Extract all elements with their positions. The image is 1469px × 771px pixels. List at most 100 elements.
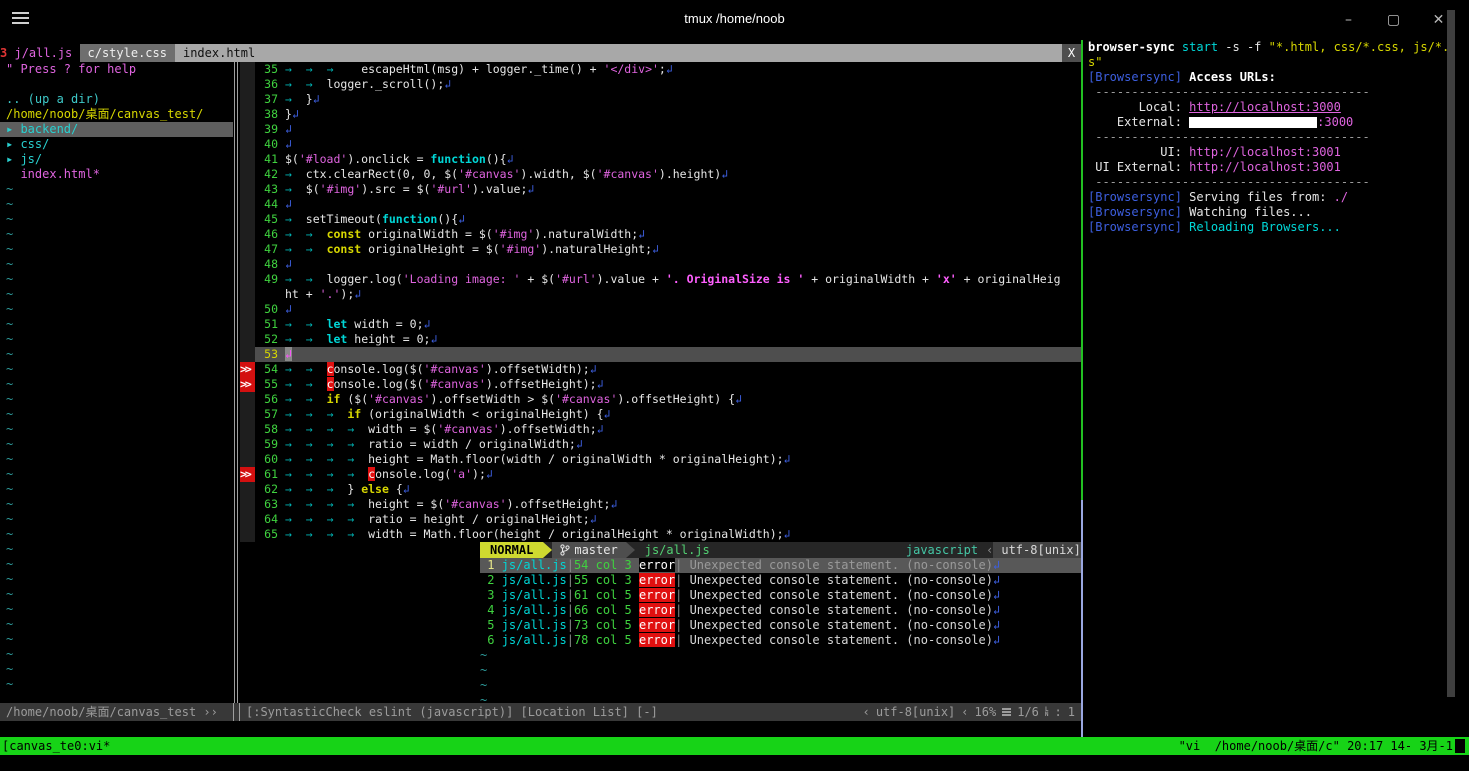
nerdtree-item[interactable]: .. (up a dir) (0, 92, 233, 107)
code-line-59[interactable]: 59→ → → → ratio = width / originalWidth;… (240, 437, 1081, 452)
tmux-session-window[interactable]: [canvas_te0:vi* (0, 737, 110, 755)
seg-tab: → (327, 422, 348, 436)
line-number: 46 (255, 227, 285, 242)
git-branch-name: master (574, 542, 617, 558)
code-line-51[interactable]: 51→ → let width = 0;↲ (240, 317, 1081, 332)
nerdtree-item[interactable]: /home/noob/桌面/canvas_test/ (0, 107, 233, 122)
code-line-44[interactable]: 44↲ (240, 197, 1081, 212)
seg-tab: → (285, 407, 306, 421)
seg-txt: (){ (437, 212, 458, 226)
loclist-entry[interactable]: 3 js/all.js|61 col 5 error| Unexpected c… (480, 588, 1081, 603)
tab-index-html[interactable]: index.html (175, 44, 263, 62)
code-text: → $('#img').src = $('#url').value;↲ (285, 182, 1081, 197)
vim-tabline: 3 j/all.js c/style.css index.html X (0, 44, 1081, 62)
statusline-filename: js/all.js (635, 542, 720, 558)
sign-column (240, 152, 255, 167)
minimize-button[interactable]: – (1326, 0, 1371, 40)
code-line-53[interactable]: 53↲ (240, 347, 1081, 362)
code-line-37[interactable]: 37→ }↲ (240, 92, 1081, 107)
terminal-line: [Browsersync] Access URLs: (1083, 70, 1469, 85)
code-line-43[interactable]: 43→ $('#img').src = $('#url').value;↲ (240, 182, 1081, 197)
line-number (255, 287, 285, 302)
code-line-57[interactable]: 57→ → → if (originalWidth < originalHeig… (240, 407, 1081, 422)
code-line-48[interactable]: 48↲ (240, 257, 1081, 272)
loclist-text (632, 633, 639, 647)
seg-tab: → (306, 272, 327, 286)
scrollbar[interactable] (1447, 10, 1455, 697)
seg-txt: width = Math.floor(height / originalHeig… (368, 527, 783, 541)
code-line-wrap[interactable]: ht + '.');↲ (240, 287, 1081, 302)
loclist-entry[interactable]: 6 js/all.js|78 col 5 error| Unexpected c… (480, 633, 1081, 648)
tab-close-icon[interactable]: X (1062, 44, 1081, 62)
code-line-62[interactable]: 62→ → → } else {↲ (240, 482, 1081, 497)
nerdtree-item[interactable]: ▸ css/ (0, 137, 233, 152)
seg-eol: ↲ (590, 512, 597, 526)
error-badge: error (639, 633, 675, 647)
nerdtree-item[interactable]: ▸ backend/ (0, 122, 233, 137)
code-line-60[interactable]: 60→ → → → height = Math.floor(width / or… (240, 452, 1081, 467)
code-text: → → if ($('#canvas').offsetWidth > $('#c… (285, 392, 1081, 407)
seg-str: '.' (320, 287, 341, 301)
sign-column (240, 347, 255, 362)
code-line-42[interactable]: 42→ ctx.clearRect(0, 0, $('#canvas').wid… (240, 167, 1081, 182)
seg-ntupdir: .. (up a dir) (6, 92, 100, 106)
code-line-45[interactable]: 45→ setTimeout(function(){↲ (240, 212, 1081, 227)
code-line-64[interactable]: 64→ → → → ratio = height / originalHeigh… (240, 512, 1081, 527)
loclist-entry[interactable]: 2 js/all.js|55 col 3 error| Unexpected c… (480, 573, 1081, 588)
loclist-entry[interactable]: 1 js/all.js|54 col 3 error| Unexpected c… (480, 558, 1081, 573)
code-line-61[interactable]: >>61→ → → → console.log('a');↲ (240, 467, 1081, 482)
loclist-entry[interactable]: 5 js/all.js|73 col 5 error| Unexpected c… (480, 618, 1081, 633)
code-line-52[interactable]: 52→ → let height = 0;↲ (240, 332, 1081, 347)
code-line-47[interactable]: 47→ → const originalHeight = $('#img').n… (240, 242, 1081, 257)
code-line-41[interactable]: 41$('#load').onclick = function(){↲ (240, 152, 1081, 167)
seg-err: c (327, 362, 334, 376)
maximize-button[interactable]: ▢ (1371, 0, 1416, 40)
code-line-56[interactable]: 56→ → if ($('#canvas').offsetWidth > $('… (240, 392, 1081, 407)
vertical-split-border[interactable] (233, 62, 240, 703)
nerdtree-item[interactable]: index.html* (0, 167, 233, 182)
nerdtree-item[interactable]: " Press ? for help (0, 62, 233, 77)
code-line-39[interactable]: 39↲ (240, 122, 1081, 137)
loclist-text: js/all.js (502, 633, 567, 647)
seg-ntfile: index.html* (6, 167, 100, 181)
seg-ttxt: Watching files... (1182, 205, 1312, 219)
code-line-50[interactable]: 50↲ (240, 302, 1081, 317)
loclist-text: js/all.js (502, 558, 567, 572)
code-line-40[interactable]: 40↲ (240, 137, 1081, 152)
tmux-window: tmux /home/noob – ▢ ✕ 3 j/all.js c/style… (0, 0, 1469, 771)
code-line-63[interactable]: 63→ → → → height = $('#canvas').offsetHe… (240, 497, 1081, 512)
code-line-49[interactable]: 49→ → logger.log('Loading image: ' + $('… (240, 272, 1081, 287)
tab-all-js[interactable]: 3 j/all.js (0, 44, 80, 62)
tab-style-css[interactable]: c/style.css (80, 44, 175, 62)
loclist-entry[interactable]: 4 js/all.js|66 col 5 error| Unexpected c… (480, 603, 1081, 618)
code-line-46[interactable]: 46→ → const originalWidth = $('#img').na… (240, 227, 1081, 242)
nerdtree-item[interactable] (0, 77, 233, 92)
seg-tblue: [Browsersync] (1088, 190, 1182, 204)
vim-pane: 3 j/all.js c/style.css index.html X " Pr… (0, 40, 1081, 737)
vim-workspace: " Press ? for help .. (up a dir)/home/noo… (0, 62, 1081, 703)
seg-tab: → (306, 227, 327, 241)
code-line-55[interactable]: >>55→ → console.log($('#canvas').offsetH… (240, 377, 1081, 392)
nerdtree-item[interactable]: ▸ js/ (0, 152, 233, 167)
seg-txt: $( (306, 182, 320, 196)
empty-line-tilde: ~ (0, 587, 233, 602)
code-line-36[interactable]: 36→ → logger._scroll();↲ (240, 77, 1081, 92)
code-line-54[interactable]: >>54→ → console.log($('#canvas').offsetW… (240, 362, 1081, 377)
loclist-text: 54 col 3 (574, 558, 632, 572)
error-badge: error (639, 558, 675, 572)
seg-eol: ↲ (652, 242, 659, 256)
code-line-35[interactable]: 35→ → → escapeHtml(msg) + logger._time()… (240, 62, 1081, 77)
seg-str: '#url' (430, 182, 472, 196)
seg-txt: ctx.clearRect(0, 0, $( (306, 167, 458, 181)
empty-line-tilde: ~ (0, 467, 233, 482)
seg-tab: → (306, 242, 327, 256)
line-number: 50 (255, 302, 285, 317)
loclist-text: js/all.js (502, 573, 567, 587)
code-text: → → console.log($('#canvas').offsetWidth… (285, 362, 1081, 377)
code-line-65[interactable]: 65→ → → → width = Math.floor(height / or… (240, 527, 1081, 542)
sign-column (240, 317, 255, 332)
sign-column (240, 212, 255, 227)
seg-tbold: Access URLs: (1182, 70, 1276, 84)
code-line-38[interactable]: 38}↲ (240, 107, 1081, 122)
code-line-58[interactable]: 58→ → → → width = $('#canvas').offsetWid… (240, 422, 1081, 437)
